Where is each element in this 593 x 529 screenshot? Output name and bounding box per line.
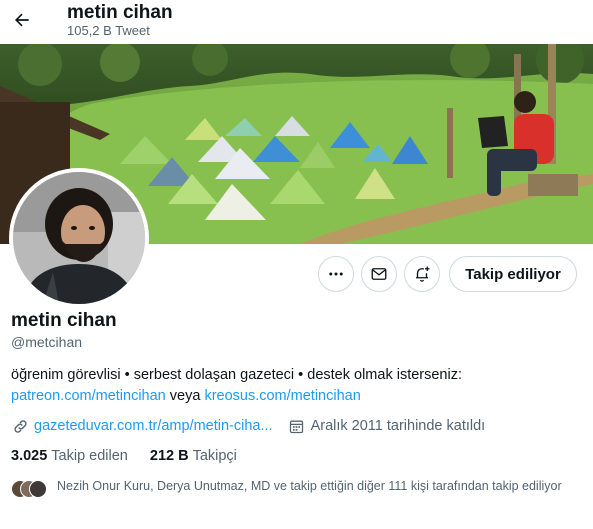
followers-you-know-text: Nezih Onur Kuru, Derya Unutmaz, MD ve ta… (57, 479, 562, 493)
more-icon (329, 272, 343, 276)
patreon-link[interactable]: patreon.com/metincihan (11, 388, 166, 404)
bell-plus-icon (416, 266, 430, 282)
followers-you-know[interactable]: Nezih Onur Kuru, Derya Unutmaz, MD ve ta… (11, 478, 571, 500)
envelope-icon (371, 268, 387, 280)
user-handle: @metcihan (11, 334, 83, 350)
bio-connector: veya (165, 388, 205, 404)
joined-date: Aralık 2011 tarihinde katıldı (310, 418, 486, 434)
followers-label: Takipçi (192, 448, 237, 464)
kreosus-link[interactable]: kreosus.com/metincihan (204, 388, 360, 404)
profile-bio: öğrenim görevlisi • serbest dolaşan gaze… (11, 365, 586, 407)
follow-counts: 3.025 Takip edilen 212 B Takipçi (11, 448, 259, 464)
more-button[interactable] (318, 256, 354, 292)
message-button[interactable] (361, 256, 397, 292)
mini-avatars (11, 480, 51, 500)
following-count: 3.025 (11, 448, 48, 464)
following-count-link[interactable]: 3.025 Takip edilen (11, 448, 128, 464)
followers-count-link[interactable]: 212 B Takipçi (150, 448, 237, 464)
notifications-button[interactable] (404, 256, 440, 292)
profile-meta: gazeteduvar.com.tr/amp/metin-ciha... Ara… (11, 416, 500, 436)
calendar-icon (288, 417, 306, 435)
following-button[interactable]: Takip ediliyor (449, 256, 577, 292)
mini-avatar (29, 480, 47, 498)
link-icon (11, 417, 29, 435)
display-name: metin cihan (11, 310, 117, 331)
followers-count: 212 B (149, 448, 189, 464)
tweet-count: 105,2 B Tweet (67, 23, 150, 38)
bio-text: öğrenim görevlisi • serbest dolaşan gaze… (11, 367, 463, 383)
top-bar: metin cihan 105,2 B Tweet (0, 0, 593, 44)
header-title: metin cihan (67, 2, 173, 23)
profile-avatar[interactable] (9, 168, 149, 308)
website-link[interactable]: gazeteduvar.com.tr/amp/metin-ciha... (34, 418, 273, 434)
back-button[interactable] (8, 6, 36, 34)
arrow-left-icon (15, 13, 29, 27)
following-label: Takip edilen (51, 448, 128, 464)
